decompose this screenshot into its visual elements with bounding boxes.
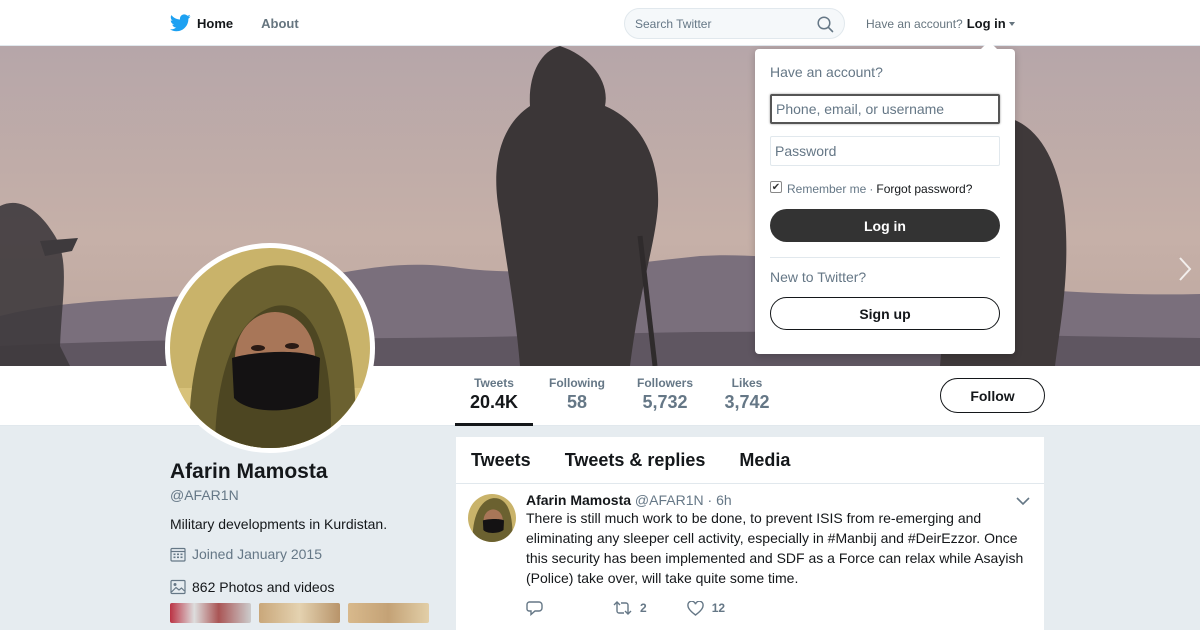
- tweet[interactable]: Afarin Mamosta @AFAR1N · 6h There is sti…: [456, 484, 1044, 630]
- login-dropdown-title: Have an account?: [770, 64, 883, 80]
- stat-tweets-value: 20.4K: [469, 392, 519, 412]
- tweet-actions: 2 12: [526, 600, 1029, 616]
- stat-tweets[interactable]: Tweets 20.4K: [455, 376, 533, 413]
- tweet-time[interactable]: 6h: [716, 492, 732, 508]
- about-nav-label: About: [261, 15, 299, 31]
- search-box: [624, 8, 845, 39]
- retweet-count: 2: [640, 601, 647, 615]
- search-icon[interactable]: [817, 16, 834, 33]
- stat-following[interactable]: Following 58: [543, 376, 611, 413]
- tweet-author-name[interactable]: Afarin Mamosta: [526, 492, 631, 508]
- search-input[interactable]: [635, 16, 805, 31]
- active-tab-underline: [455, 423, 533, 426]
- tweet-text: There is still much work to be done, to …: [526, 508, 1029, 588]
- remember-separator: ·: [869, 182, 874, 196]
- stat-following-label: Following: [549, 376, 605, 390]
- login-dropdown-toggle[interactable]: Log in: [967, 16, 1006, 31]
- tab-media[interactable]: Media: [739, 450, 790, 471]
- tweet-text-part: and: [876, 530, 908, 546]
- media-thumbnails: [170, 603, 440, 623]
- reply-icon: [526, 601, 543, 616]
- remember-me-label[interactable]: Remember me: [787, 182, 866, 196]
- photos-and-videos-text: 862 Photos and videos: [192, 579, 335, 595]
- about-nav-link[interactable]: About: [261, 16, 299, 31]
- account-prompt: Have an account? Log in: [866, 16, 1015, 31]
- profile-card: Afarin Mamosta @AFAR1N Military developm…: [170, 460, 440, 623]
- timeline-tabs: Tweets Tweets & replies Media: [456, 437, 1044, 484]
- signup-button[interactable]: Sign up: [770, 297, 1000, 330]
- have-account-text: Have an account?: [866, 16, 963, 31]
- home-nav-link[interactable]: Home: [170, 14, 233, 32]
- reply-button[interactable]: [526, 600, 551, 616]
- login-dropdown: Have an account? ✔ Remember me · Forgot …: [755, 41, 1015, 354]
- stat-followers[interactable]: Followers 5,732: [630, 376, 700, 413]
- banner-next-arrow-icon[interactable]: [1178, 256, 1192, 282]
- stat-tweets-label: Tweets: [474, 376, 514, 390]
- like-count: 12: [711, 601, 726, 615]
- tab-tweets-and-replies[interactable]: Tweets & replies: [565, 450, 706, 471]
- like-button[interactable]: 12: [686, 600, 726, 616]
- top-navigation-bar: Home About Have an account? Log in: [0, 0, 1200, 46]
- login-button[interactable]: Log in: [770, 209, 1000, 242]
- twitter-bird-icon: [170, 14, 191, 32]
- media-thumbnail[interactable]: [259, 603, 340, 623]
- password-input[interactable]: [770, 136, 1000, 166]
- stat-following-value: 58: [566, 392, 588, 412]
- stat-likes-value: 3,742: [724, 392, 770, 412]
- hashtag-link[interactable]: #Manbij: [828, 530, 877, 546]
- tweet-separator: ·: [707, 492, 713, 508]
- remember-me-row: ✔ Remember me · Forgot password?: [770, 181, 1000, 196]
- stat-followers-value: 5,732: [642, 392, 688, 412]
- timeline: Tweets Tweets & replies Media Afarin Mam…: [456, 437, 1044, 630]
- stat-likes-label: Likes: [731, 376, 763, 390]
- stat-likes[interactable]: Likes 3,742: [718, 376, 776, 413]
- tweet-avatar[interactable]: [468, 494, 516, 542]
- profile-name[interactable]: Afarin Mamosta: [170, 460, 440, 484]
- home-nav-label: Home: [197, 15, 234, 31]
- retweet-icon: [613, 601, 632, 615]
- calendar-icon: [170, 547, 186, 562]
- tweet-header: Afarin Mamosta @AFAR1N · 6h: [526, 492, 1029, 508]
- photos-and-videos-link[interactable]: 862 Photos and videos: [170, 579, 440, 595]
- chevron-down-icon[interactable]: [1016, 496, 1030, 506]
- stat-followers-label: Followers: [636, 376, 693, 390]
- media-thumbnail[interactable]: [170, 603, 251, 623]
- follow-button[interactable]: Follow: [940, 378, 1045, 413]
- profile-bio: Military developments in Kurdistan.: [170, 516, 388, 532]
- username-input[interactable]: [770, 94, 1000, 124]
- nav-left: Home About: [170, 0, 327, 46]
- avatar-image: [170, 248, 370, 448]
- dropdown-divider: [770, 257, 1000, 258]
- tweet-author-handle[interactable]: @AFAR1N: [635, 492, 704, 508]
- caret-down-icon[interactable]: [1008, 21, 1015, 26]
- heart-icon: [686, 600, 704, 616]
- media-thumbnail[interactable]: [348, 603, 429, 623]
- profile-handle[interactable]: @AFAR1N: [170, 487, 440, 503]
- profile-joined-text: Joined January 2015: [192, 546, 322, 562]
- remember-me-checkbox[interactable]: ✔: [770, 181, 782, 193]
- new-to-twitter-text: New to Twitter?: [770, 269, 867, 285]
- image-icon: [170, 579, 186, 595]
- hashtag-link[interactable]: #DeirEzzor: [908, 530, 976, 546]
- forgot-password-link[interactable]: Forgot password?: [876, 182, 972, 196]
- profile-avatar[interactable]: [165, 243, 375, 453]
- profile-joined: Joined January 2015: [170, 546, 440, 562]
- retweet-button[interactable]: 2: [613, 601, 647, 615]
- tab-tweets[interactable]: Tweets: [471, 450, 531, 471]
